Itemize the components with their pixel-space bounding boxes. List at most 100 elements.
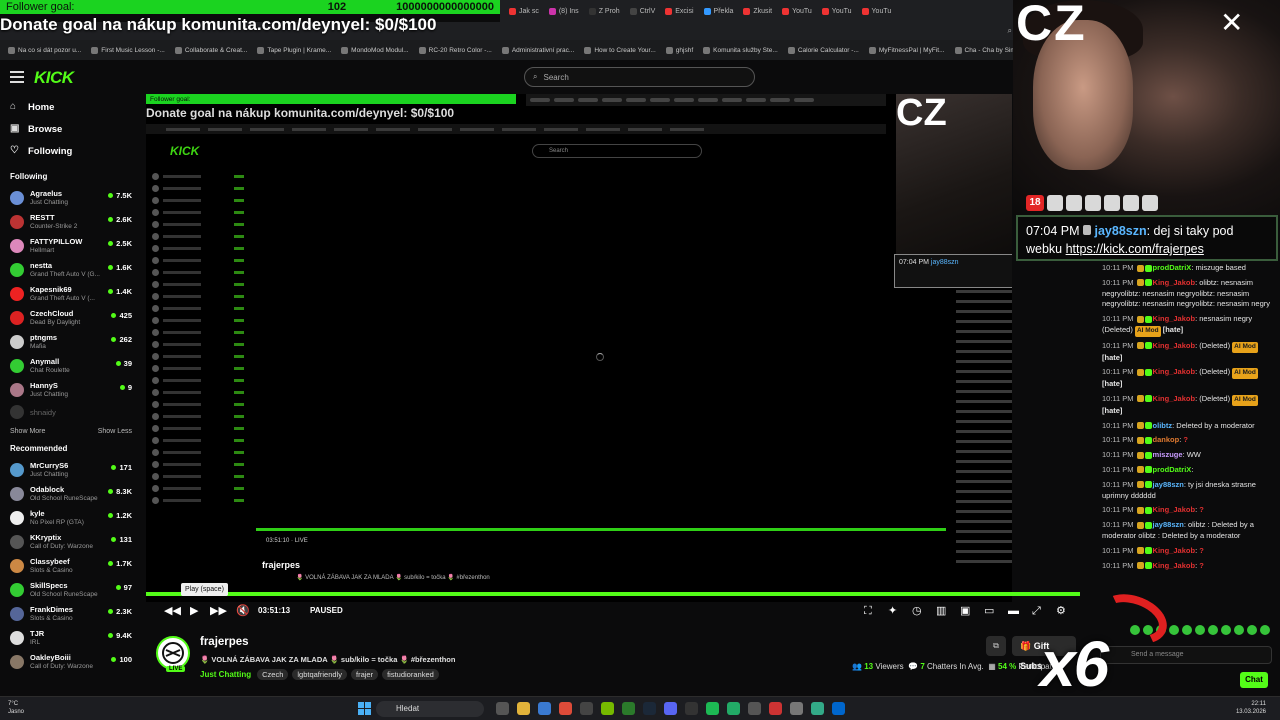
browser-tab[interactable]: Jak sc — [506, 7, 542, 15]
app-icon[interactable] — [727, 702, 740, 715]
chat-input[interactable]: Send a message — [1100, 646, 1272, 664]
channel-item[interactable]: SkillSpecs Old School RuneScape 97 — [0, 578, 140, 602]
steam-icon[interactable] — [643, 702, 656, 715]
forward-icon[interactable]: ▶▶ — [210, 604, 227, 618]
sidebar-nav-browse[interactable]: ▣ Browse — [0, 118, 140, 140]
magic-icon[interactable]: ✦ — [888, 604, 897, 618]
channel-item[interactable]: ptngms Mafia 262 — [0, 330, 140, 354]
store-icon[interactable] — [538, 702, 551, 715]
app-icon[interactable] — [769, 702, 782, 715]
channel-item[interactable]: RESTT Counter-Strike 2 2.6K — [0, 210, 140, 234]
offline-channel[interactable]: shnaidy — [0, 402, 140, 422]
chat-send-button[interactable]: Chat — [1240, 672, 1268, 688]
app-icon[interactable] — [811, 702, 824, 715]
bookmark-item[interactable]: MyFitnessPal | MyFit... — [868, 46, 945, 54]
channel-item[interactable]: Odablock Old School RuneScape 8.3K — [0, 482, 140, 506]
spotify-icon[interactable] — [706, 702, 719, 715]
chat-username[interactable]: olibtz — [1153, 421, 1173, 430]
app-icon[interactable] — [832, 702, 845, 715]
bookmark-item[interactable]: Tape Plugin | Krame... — [257, 46, 331, 54]
bookmark-item[interactable]: Na co si dát pozor u... — [8, 46, 81, 54]
bookmark-item[interactable]: First Music Lesson -... — [91, 46, 165, 54]
browser-tab[interactable]: CtrlV — [627, 7, 659, 15]
start-button-icon[interactable] — [358, 702, 371, 715]
channel-item[interactable]: HannyS Just Chatting 9 — [0, 378, 140, 402]
chat-username[interactable]: King_Jakob — [1153, 341, 1196, 350]
following-show-less[interactable]: Show Less — [98, 428, 132, 435]
bookmark-item[interactable]: Cha - Cha by Simon... — [954, 46, 1020, 54]
bookmark-item[interactable]: How to Create Your... — [584, 46, 656, 54]
browser-tab[interactable]: Zkusit — [740, 7, 775, 15]
stream-category[interactable]: Just Chatting — [200, 670, 251, 679]
channel-item[interactable]: kyle No Pixel RP (GTA) 1.2K — [0, 506, 140, 530]
chat-username[interactable]: King_Jakob — [1153, 314, 1196, 323]
browser-tab[interactable]: YouTu — [779, 7, 815, 15]
channel-item[interactable]: CzechCloud Dead By Daylight 425 — [0, 306, 140, 330]
streamer-name[interactable]: frajerpes — [200, 636, 249, 648]
settings-gear-icon[interactable]: ⚙ — [1056, 604, 1066, 618]
discord-icon[interactable] — [664, 702, 677, 715]
weather-widget[interactable]: 7°C Jasno — [8, 700, 24, 716]
highlight-user[interactable]: jay88szn — [1094, 224, 1146, 238]
channel-item[interactable]: TJR IRL 9.4K — [0, 626, 140, 650]
channel-item[interactable]: FATTYPILLOW Hellmart 2.5K — [0, 234, 140, 258]
bookmark-item[interactable]: Collaborate & Creat... — [174, 46, 247, 54]
kick-logo[interactable]: KICK — [34, 68, 74, 88]
stats-icon[interactable]: ▥ — [936, 604, 946, 618]
browser-tab[interactable]: YouTu — [819, 7, 855, 15]
chat-username[interactable]: prodDatriX — [1153, 465, 1192, 474]
browser-tab[interactable]: Z Proh — [586, 7, 623, 15]
bookmark-item[interactable]: ghjshf — [665, 46, 693, 54]
chat-username[interactable]: King_Jakob — [1153, 394, 1196, 403]
pip-icon[interactable]: ▣ — [960, 604, 970, 618]
highlight-link[interactable]: https://kick.com/frajerpes — [1066, 242, 1204, 256]
xbox-icon[interactable] — [622, 702, 635, 715]
channel-item[interactable]: MrCurryS6 Just Chatting 171 — [0, 458, 140, 482]
clip-icon[interactable]: ⛶ — [864, 604, 872, 618]
channel-item[interactable]: OakleyBoiii Call of Duty: Warzone 100 — [0, 650, 140, 674]
app-icon[interactable] — [685, 702, 698, 715]
app-icon[interactable] — [580, 702, 593, 715]
progress-bar[interactable] — [146, 592, 1080, 596]
browser-tab[interactable]: Překla — [701, 7, 737, 15]
widescreen-icon[interactable]: ▬ — [1008, 604, 1019, 618]
speed-icon[interactable]: ◷ — [912, 604, 922, 618]
chat-username[interactable]: King_Jakob — [1153, 505, 1196, 514]
chat-username[interactable]: dankop — [1153, 435, 1180, 444]
bookmark-item[interactable]: Komunita služby Ste... — [703, 46, 778, 54]
channel-item[interactable]: Classybeef Slots & Casino 1.7K — [0, 554, 140, 578]
chat-username[interactable]: jay88szn — [1153, 520, 1184, 529]
bookmark-item[interactable]: RC-20 Retro Color -... — [418, 46, 492, 54]
channel-item[interactable]: nestta Grand Theft Auto V (G... 1.6K — [0, 258, 140, 282]
app-icon[interactable] — [748, 702, 761, 715]
stream-tag[interactable]: frajer — [351, 669, 379, 680]
task-view-icon[interactable] — [496, 702, 509, 715]
bookmark-item[interactable]: Calorie Calculator -... — [787, 46, 859, 54]
chat-username[interactable]: King_Jakob — [1153, 367, 1196, 376]
mute-icon[interactable]: 🔇 — [236, 604, 250, 618]
sidebar-nav-following[interactable]: ♡ Following — [0, 140, 140, 162]
channel-item[interactable]: FrankDimes Slots & Casino 2.3K — [0, 602, 140, 626]
channel-item[interactable]: KKryptix Call of Duty: Warzone 131 — [0, 530, 140, 554]
channel-item[interactable]: Anymall Chat Roulette 39 — [0, 354, 140, 378]
hamburger-menu-icon[interactable] — [10, 71, 24, 83]
following-show-more[interactable]: Show More — [10, 428, 45, 435]
taskbar-search[interactable]: Hledat — [376, 701, 484, 717]
rewind-icon[interactable]: ◀◀ — [164, 604, 181, 618]
share-icon[interactable]: ⧉ — [986, 636, 1006, 656]
play-button[interactable]: ▶ — [190, 604, 198, 618]
search-input[interactable]: ⌕ Search — [524, 67, 755, 87]
stream-tag[interactable]: Czech — [257, 669, 289, 680]
theater-icon[interactable]: ▭ — [984, 604, 994, 618]
app-icon[interactable] — [790, 702, 803, 715]
browser-tab[interactable]: Excisi — [662, 7, 696, 15]
sidebar-nav-home[interactable]: ⌂ Home — [0, 96, 140, 118]
chat-username[interactable]: jay88szn — [1153, 480, 1184, 489]
stream-tag[interactable]: lgbtqafriendly — [292, 669, 347, 680]
system-clock[interactable]: 22:11 13.03.2026 — [1236, 700, 1266, 716]
file-explorer-icon[interactable] — [517, 702, 530, 715]
bookmark-item[interactable]: Administrativní prac... — [501, 46, 574, 54]
chat-username[interactable]: prodDatriX — [1153, 263, 1192, 272]
chat-username[interactable]: miszuge — [1153, 450, 1183, 459]
streamer-avatar[interactable] — [156, 636, 190, 670]
